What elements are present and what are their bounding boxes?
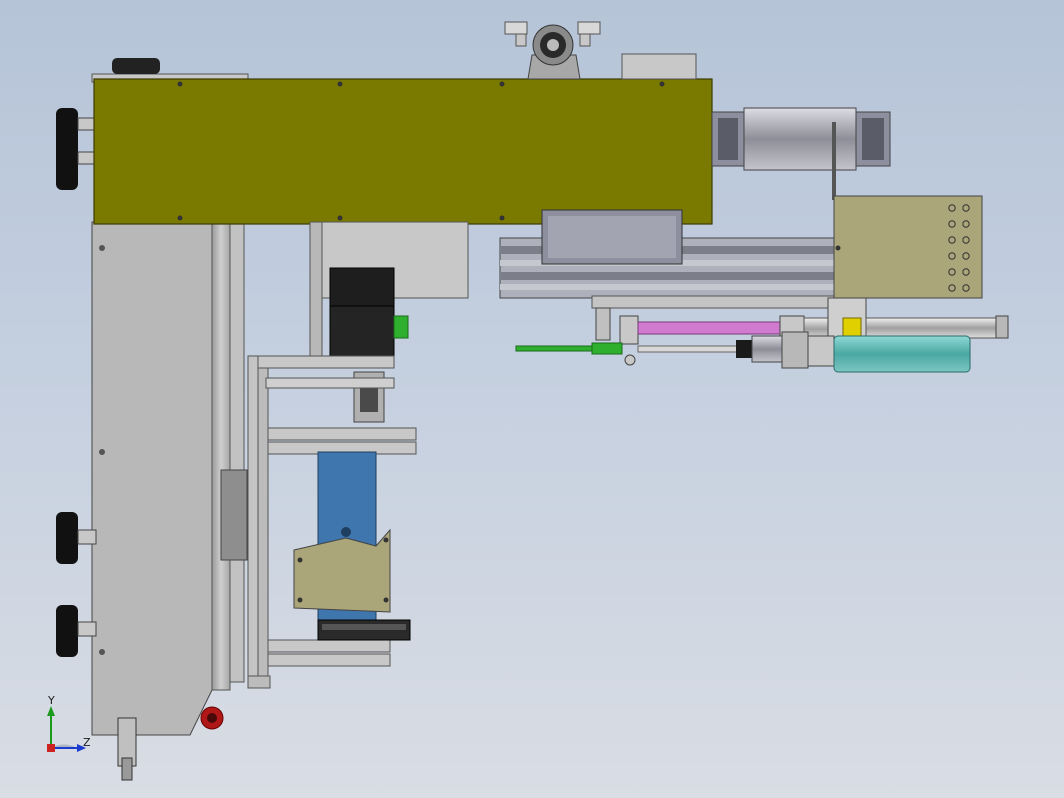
- cad-viewport[interactable]: Y Z: [0, 0, 1064, 798]
- ring-clamp: [711, 107, 891, 200]
- axis-triad: Y Z: [47, 694, 91, 752]
- clamp-knob-top: [56, 108, 97, 190]
- axis-y-label: Y: [47, 694, 55, 707]
- dispensing-tool: [515, 297, 1009, 373]
- linear-slide: [499, 209, 837, 309]
- top-rotary-fitting: [504, 21, 601, 80]
- vertical-column: [91, 221, 248, 736]
- assembly-drawing: Y Z: [47, 21, 1009, 781]
- black-clamp: [317, 619, 411, 641]
- olive-housing: [91, 58, 713, 225]
- top-sensor-box: [621, 53, 697, 80]
- red-connector: [200, 706, 224, 730]
- clamp-knob-bottom: [56, 605, 97, 657]
- axis-z-label: Z: [83, 736, 91, 749]
- khaki-mount-plate: [833, 195, 983, 299]
- clamp-knob-middle: [56, 512, 97, 564]
- bottom-fitting: [117, 717, 137, 781]
